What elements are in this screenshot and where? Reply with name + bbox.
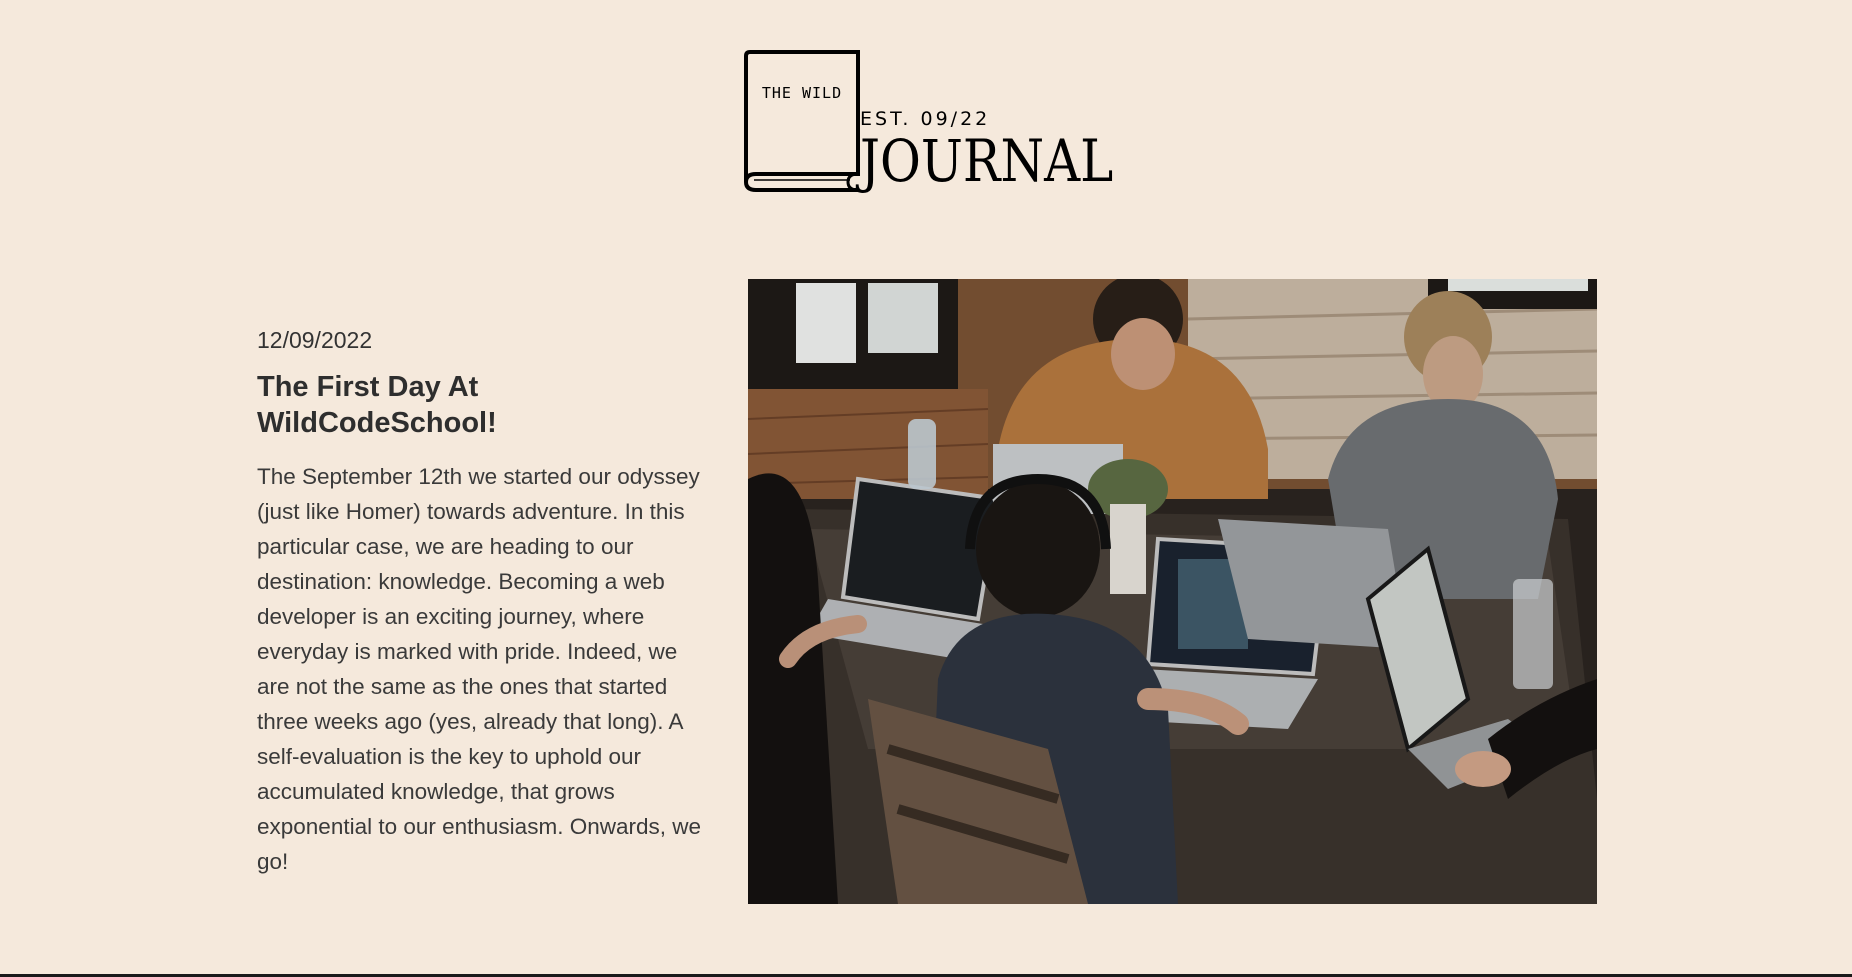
students-laptops-illustration (748, 279, 1597, 904)
article-date: 12/09/2022 (257, 327, 373, 353)
article-photo (748, 279, 1597, 904)
logo-title: JOURNAL (860, 127, 1114, 195)
site-logo[interactable]: THE WILD EST. 09/22 JOURNAL (742, 50, 1122, 195)
article-title: The First Day At WildCodeSchool! (257, 371, 497, 439)
logo-book-text: THE WILD (761, 84, 843, 102)
article-content: 12/09/2022 The First Day At WildCodeScho… (257, 325, 717, 879)
book-icon (743, 50, 860, 192)
article-body: The September 12th we started our odysse… (257, 464, 701, 874)
